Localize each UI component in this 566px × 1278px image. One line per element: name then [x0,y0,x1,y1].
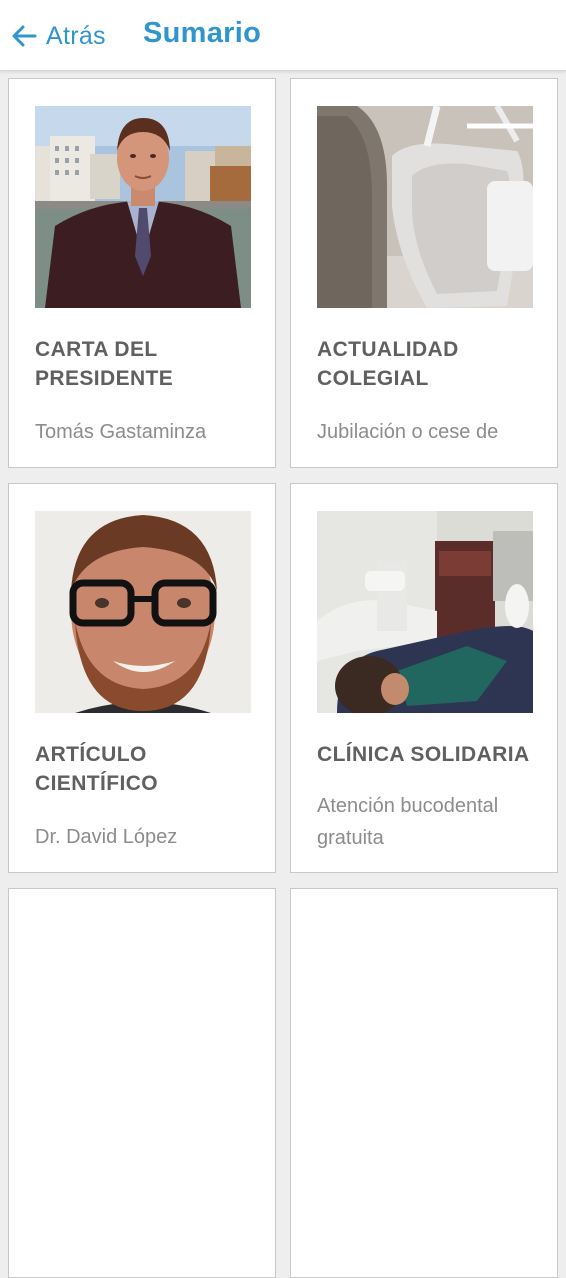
back-button[interactable]: Atrás [10,18,106,54]
card-title: CARTA DEL PRESIDENTE [35,338,174,390]
author-image [35,511,251,713]
card-subtitle: Tomás Gastaminza [35,421,207,443]
page-title: Sumario [143,17,262,49]
card-title: ARTÍCULO CIENTÍFICO [35,743,158,795]
card-subtitle: Jubilación o cese de [317,421,499,443]
president-image [35,106,251,308]
card-next-left[interactable] [8,888,276,1278]
card-subtitle: Atención bucodental gratuita [317,795,499,849]
card-next-right[interactable] [290,888,558,1278]
dental-chair-image [317,106,533,308]
back-label: Atrás [46,21,106,50]
dental-chair-photo [317,106,533,308]
card-actualidad-colegial[interactable]: ACTUALIDAD COLEGIAL Jubilación o cese de [290,78,558,468]
president-photo [35,106,251,308]
card-title: ACTUALIDAD COLEGIAL [317,338,459,390]
clinic-image [317,511,533,713]
app-bar: Atrás Sumario [0,0,566,71]
summary-grid: CARTA DEL PRESIDENTE Tomás Gastaminza AC… [0,70,566,1278]
arrow-back-icon [12,25,37,47]
card-subtitle: Dr. David López [35,826,178,848]
clinic-photo [317,511,533,713]
card-title: CLÍNICA SOLIDARIA [317,743,530,766]
author-photo [35,511,251,713]
card-carta-del-presidente[interactable]: CARTA DEL PRESIDENTE Tomás Gastaminza [8,78,276,468]
card-articulo-cientifico[interactable]: ARTÍCULO CIENTÍFICO Dr. David López [8,483,276,873]
card-clinica-solidaria[interactable]: CLÍNICA SOLIDARIA Atención bucodental gr… [290,483,558,873]
